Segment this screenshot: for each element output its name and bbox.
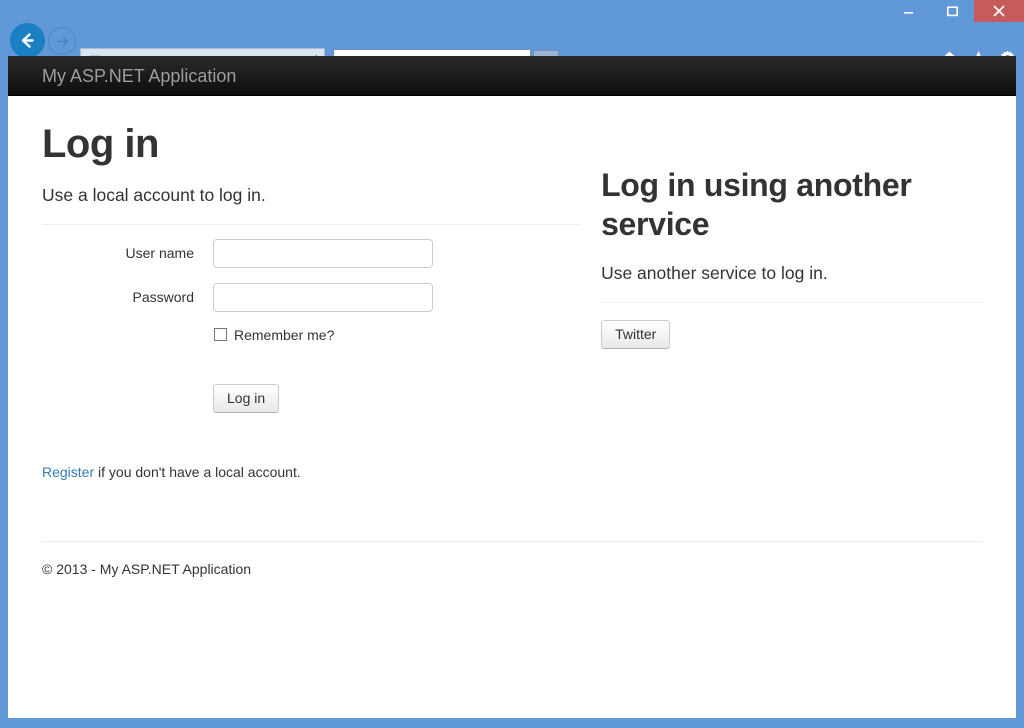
external-divider [601, 301, 983, 303]
back-arrow-icon [21, 33, 34, 48]
forward-button[interactable] [48, 27, 76, 55]
password-form-group: Password [42, 282, 581, 312]
title-bar [0, 0, 1024, 22]
page-viewport: My ASP.NET Application Log in Use a loca… [8, 56, 1016, 718]
content-row: Use a local account to log in. User name… [42, 166, 983, 494]
remember-me-label: Remember me? [234, 326, 335, 343]
back-button[interactable] [10, 23, 45, 58]
login-form: User name Password Remember me? Log in [42, 238, 581, 413]
external-login-lead: Use another service to log in. [601, 263, 828, 284]
minimize-icon [903, 11, 913, 14]
register-prompt: Register if you don't have a local accou… [42, 464, 581, 480]
login-submit-button[interactable]: Log in [213, 383, 280, 413]
username-label: User name [125, 245, 194, 262]
local-login-section: Use a local account to log in. User name… [42, 166, 582, 494]
site-navbar: My ASP.NET Application [8, 56, 1016, 96]
maximize-button[interactable] [930, 0, 974, 22]
register-prompt-text: if you don't have a local account. [94, 463, 301, 480]
close-icon [993, 5, 1005, 17]
browser-window: http://www.wingtiptoys.com/ ▼ [0, 0, 1024, 728]
username-form-group: User name [42, 238, 581, 268]
password-input[interactable] [213, 282, 433, 312]
copyright-text: © 2013 - My ASP.NET Application [42, 560, 252, 577]
external-login-section: Log in using another service Use another… [601, 166, 983, 494]
close-button[interactable] [974, 0, 1024, 22]
page-container: Log in Use a local account to log in. Us… [8, 122, 1016, 577]
local-login-lead: Use a local account to log in. [42, 185, 266, 205]
browser-toolbar: http://www.wingtiptoys.com/ ▼ [0, 22, 1024, 76]
password-label: Password [132, 289, 194, 306]
forward-arrow-icon [56, 35, 68, 47]
external-providers: Twitter [601, 319, 982, 349]
remember-me-checkbox[interactable] [214, 328, 227, 342]
twitter-login-button[interactable]: Twitter [601, 319, 671, 349]
maximize-icon [946, 5, 958, 16]
navbar-brand[interactable]: My ASP.NET Application [42, 67, 236, 85]
column-gap [581, 166, 601, 494]
local-divider [42, 223, 582, 225]
external-login-heading: Log in using another service [601, 167, 912, 243]
page-title: Log in [42, 122, 159, 166]
window-controls [886, 0, 1024, 22]
remember-me-row[interactable]: Remember me? [213, 327, 581, 343]
page-footer: © 2013 - My ASP.NET Application [42, 540, 982, 577]
register-link[interactable]: Register [42, 464, 94, 480]
username-input[interactable] [213, 238, 433, 268]
login-button-row: Log in [213, 383, 581, 413]
minimize-button[interactable] [886, 0, 930, 22]
